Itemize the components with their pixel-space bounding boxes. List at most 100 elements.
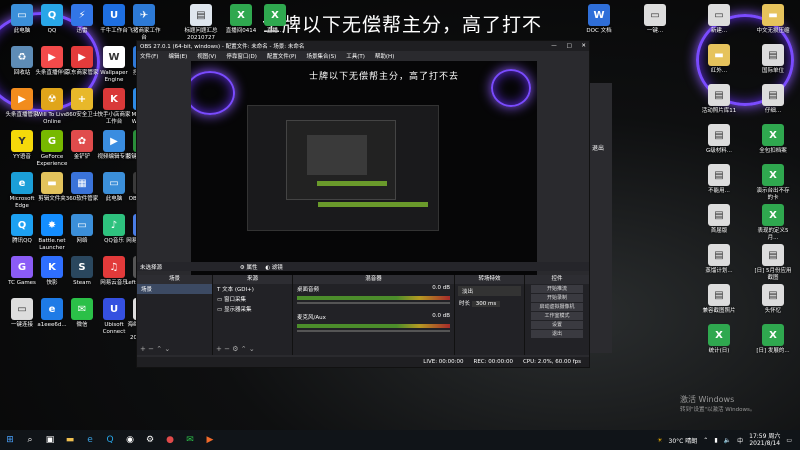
desktop-icon[interactable]: ▤ 首届版 [700,204,738,235]
source-item[interactable]: ▭ 窗口采集 [213,294,292,304]
edge-icon[interactable]: e [80,430,100,450]
menu-profile[interactable]: 配置文件(P) [267,52,297,60]
desktop-icon[interactable]: X 全包扣档案 [754,124,792,155]
volume-icon[interactable]: 🔈 [724,437,731,444]
app-icon: ▶ [103,130,125,152]
up-icon[interactable]: ⌃ [156,345,162,353]
volume-slider[interactable] [297,330,450,332]
close-button[interactable]: ✕ [581,43,586,49]
up-icon[interactable]: ⌃ [241,345,247,353]
remove-icon[interactable]: − [148,345,154,353]
weather-text[interactable]: 30°C 晴朗 [669,436,698,445]
duration-input[interactable]: 300 ms [471,301,501,307]
start-recording-button[interactable]: 开始录制 [531,294,583,302]
source-item[interactable]: T 文本 (GDI+) [213,284,292,294]
start-streaming-button[interactable]: 开始推流 [531,285,583,293]
app-icon: ▭ [11,298,33,320]
wechat-icon[interactable]: ✉ [180,430,200,450]
desktop-icon[interactable]: ▤ 仔细... [754,84,792,115]
volume-meter [297,324,450,328]
desktop-icon[interactable]: X 表现的定义5月... [754,204,792,241]
desktop-icon[interactable]: ▤ 不能用... [700,164,738,195]
app-icon: G [11,256,33,278]
desktop-icon-label: 国际单位 [761,68,784,74]
desktop-icon[interactable]: ▤ 蒸馏计划... [700,244,738,275]
app-icon: G [41,130,63,152]
settings-icon[interactable]: ⚙ [140,430,160,450]
scene-item[interactable]: 场景 [137,284,212,294]
studio-mode-button[interactable]: 工作室模式 [531,312,583,320]
app-icon: ▤ [762,244,784,266]
menu-help[interactable]: 帮助(H) [375,52,394,60]
desktop-icon[interactable]: ▤ 标题问题汇总20210727 [182,4,220,41]
settings-button[interactable]: 设置 [531,321,583,329]
desktop-icon[interactable]: X 演示台出不存的卡 [754,164,792,201]
menu-docks[interactable]: 停靠窗口(D) [226,52,257,60]
app-icon: ▤ [708,284,730,306]
exit-button[interactable]: 退出 [531,330,583,338]
app-icon: + [71,88,93,110]
filters-tab[interactable]: 滤镜 [272,265,283,271]
weather-icon[interactable]: ☀ [657,437,662,444]
tray-expand-icon[interactable]: ⌃ [703,437,708,444]
desktop-icon[interactable]: ▤ 活动照片库11 [700,84,738,115]
qq-icon[interactable]: Q [100,430,120,450]
filter-icon[interactable]: ◐ [265,265,270,271]
transition-select[interactable]: 淡出 [458,286,521,296]
down-icon[interactable]: ⌄ [164,345,170,353]
app-icon: ✈ [133,4,155,26]
menu-file[interactable]: 文件(F) [140,52,158,60]
obs-titlebar[interactable]: OBS 27.0.1 (64-bit, windows) - 配置文件: 未命名… [137,41,589,51]
desktop-icon[interactable]: X 直播间0414 [222,4,260,35]
desktop-icon[interactable]: X [日] 发展的... [754,324,792,355]
task-view-icon[interactable]: ▣ [40,430,60,450]
obs-taskbar-icon[interactable]: ◉ [120,430,140,450]
properties-tab[interactable]: 属性 [246,265,257,271]
clock[interactable]: 17:59 周六 2021/8/14 [749,433,780,447]
desktop-icon[interactable]: ▤ 头怀忆 [754,284,792,315]
app-icon: ▭ [11,4,33,26]
desktop-icon[interactable]: ▭ 新建... [700,4,738,35]
virtual-camera-button[interactable]: 启动虚拟摄像机 [531,303,583,311]
desktop-icon[interactable]: ▬ 红外... [700,44,738,75]
desktop-icon[interactable]: ▤ [日] 5月份应用截图 [754,244,792,281]
app-icon: ☢ [41,88,63,110]
search-icon[interactable]: ⌕ [20,430,40,450]
add-icon[interactable]: + [140,345,146,353]
add-icon[interactable]: + [216,345,222,353]
file-explorer-icon[interactable]: ▬ [60,430,80,450]
maximize-button[interactable]: □ [566,43,571,49]
down-icon[interactable]: ⌄ [249,345,255,353]
notification-icon[interactable]: ▭ [786,437,792,444]
remove-icon[interactable]: − [224,345,230,353]
gear-icon[interactable]: ⚙ [232,345,238,353]
minimize-button[interactable]: — [551,43,557,49]
start-icon[interactable]: ⊞ [0,430,20,450]
desktop-icon[interactable]: W DOC 文档 [580,4,618,35]
browser-icon[interactable]: ● [160,430,180,450]
menu-edit[interactable]: 编辑(E) [168,52,187,60]
menu-tools[interactable]: 工具(T) [346,52,365,60]
cpu-status: CPU: 2.0%, 60.00 fps [522,359,581,365]
obs-window[interactable]: OBS 27.0.1 (64-bit, windows) - 配置文件: 未命名… [136,40,590,368]
menu-scene-collection[interactable]: 场景集合(S) [306,52,336,60]
desktop-icon[interactable]: X 直播... [256,4,294,35]
app-icon: ▤ [708,84,730,106]
network-icon[interactable]: ▮ [714,437,717,444]
desktop-icon[interactable]: ▭ 一键... [636,4,674,35]
desktop-icon[interactable]: ▬ 中文无损压缩 [754,4,792,35]
gear-icon[interactable]: ⚙ [240,265,245,271]
ime-indicator[interactable]: 中 [737,436,743,445]
side-panel-exit[interactable]: 退出 [592,143,604,152]
menu-view[interactable]: 视图(V) [197,52,216,60]
app-icon: ▶ [41,46,63,68]
obs-preview[interactable]: 士牌以下无偿帮主分，高了打不去 [191,61,537,285]
desktop-icon[interactable]: ✈ 飞猪商家工作台 [125,4,163,41]
desktop-icon[interactable]: ▤ 兼容截图照片 [700,284,738,315]
volume-slider[interactable] [297,302,450,304]
desktop-icon[interactable]: ▤ G级材料... [700,124,738,155]
desktop-icon[interactable]: X 统计(日) [700,324,738,355]
video-editor-icon[interactable]: ▶ [200,430,220,450]
source-item[interactable]: ▭ 显示器采集 [213,304,292,314]
desktop-icon[interactable]: ▤ 国际单位 [754,44,792,75]
